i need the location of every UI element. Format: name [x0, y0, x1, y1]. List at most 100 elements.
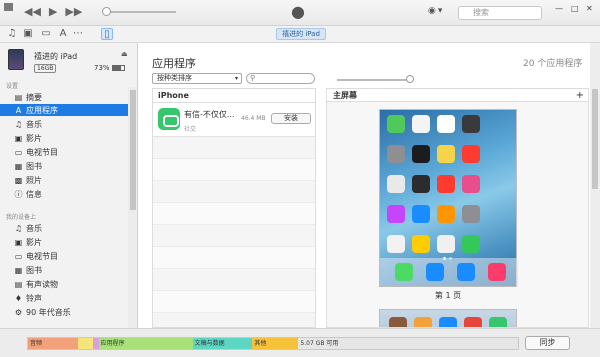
sidebar-item-info[interactable]: ⓘ 信息: [0, 188, 128, 200]
sidebar-item-label: 应用程序: [26, 105, 58, 115]
empty-slot: [487, 145, 505, 163]
main-scroll-thumb[interactable]: [592, 89, 598, 189]
sort-dropdown[interactable]: 按种类排序 ▾: [152, 73, 242, 84]
previous-icon[interactable]: ◀◀: [24, 5, 41, 18]
home-screen-preview[interactable]: [379, 109, 518, 287]
sidebar-item-label: 影片: [26, 237, 42, 247]
app-icon[interactable]: [439, 317, 457, 327]
music-app-icon[interactable]: [488, 263, 506, 281]
media-toolbar: ♫ ▣ ▭ A ⋯ ▯ 禧进的 iPad: [0, 26, 600, 43]
next-icon[interactable]: ▶▶: [65, 5, 82, 18]
movies-icon[interactable]: ▣: [22, 28, 34, 40]
itunes-store-icon[interactable]: [387, 205, 405, 223]
maximize-icon[interactable]: □: [571, 4, 579, 13]
device-tab[interactable]: 禧进的 iPad: [276, 28, 326, 40]
zoom-slider[interactable]: [337, 79, 411, 81]
capacity-segment-documents: 文稿与数据: [192, 338, 253, 349]
play-icon[interactable]: ▶: [49, 5, 57, 18]
sync-button[interactable]: 同步: [525, 336, 570, 350]
sidebar-item-device-movies[interactable]: ▣ 影片: [0, 236, 128, 248]
capacity-bar: 音频 应用程序 文稿与数据 其他 5.07 GB 可用: [27, 337, 519, 350]
sidebar-scroll-thumb[interactable]: [130, 90, 136, 210]
sidebar-item-music[interactable]: ♫ 音乐: [0, 118, 128, 130]
tips-icon[interactable]: [412, 235, 430, 253]
avatar-app-icon[interactable]: [389, 317, 407, 327]
page-label: 第 1 页: [434, 291, 462, 300]
app-store-icon[interactable]: [412, 205, 430, 223]
account-menu[interactable]: ◉ ▾: [428, 6, 442, 16]
capacity-segment-photos: [77, 338, 93, 349]
videos-icon[interactable]: [412, 175, 430, 193]
empty-slot: [487, 175, 505, 193]
sidebar-item-label: 照片: [26, 175, 42, 185]
sidebar-item-device-books[interactable]: ▦ 图书: [0, 264, 128, 276]
news-icon[interactable]: [387, 235, 405, 253]
more-icon[interactable]: ⋯: [72, 28, 84, 40]
messages-icon[interactable]: [395, 263, 413, 281]
search-input[interactable]: 搜索: [458, 6, 542, 20]
device-name: 禧进的 iPad: [34, 52, 78, 61]
transport-controls: ◀◀ ▶ ▶▶: [24, 5, 82, 18]
app-filter-input[interactable]: ⚲: [246, 73, 315, 84]
eject-icon[interactable]: ⏏: [121, 50, 128, 58]
home-screen-preview-2[interactable]: [379, 309, 517, 327]
tv-icon[interactable]: ▭: [40, 28, 52, 40]
list-item[interactable]: 有信-不仅仅... 46.4 MB 社交 安装: [153, 103, 315, 137]
volume-slider[interactable]: [106, 11, 176, 13]
app-list: iPhone 有信-不仅仅... 46.4 MB 社交 安装: [152, 88, 316, 328]
sidebar-item-summary[interactable]: ▤ 摘要: [0, 91, 128, 103]
sidebar-item-movies[interactable]: ▣ 影片: [0, 132, 128, 144]
home-screen-app-grid: [387, 115, 511, 253]
photo-booth-icon[interactable]: [437, 175, 455, 193]
settings-icon[interactable]: [462, 205, 480, 223]
facetime-icon[interactable]: [387, 115, 405, 133]
app-size: 46.4 MB: [241, 115, 266, 122]
notes-icon[interactable]: [437, 145, 455, 163]
apple-logo-icon: ●: [291, 2, 305, 21]
app-store-icon[interactable]: A: [57, 28, 69, 40]
tv-icon: ▭: [14, 147, 23, 157]
music-app-icon[interactable]: [437, 235, 455, 253]
device-card[interactable]: 禧进的 iPad ⏏ 16GB 73%: [0, 43, 137, 75]
system-menu-icon[interactable]: [4, 3, 13, 11]
close-icon[interactable]: ✕: [586, 4, 593, 13]
find-iphone-icon[interactable]: [462, 235, 480, 253]
capacity-badge: 16GB: [34, 64, 57, 73]
sidebar-item-label: 信息: [26, 189, 42, 199]
sidebar-item-device-audiobooks[interactable]: ▤ 有声读物: [0, 278, 128, 290]
sidebar-item-device-music[interactable]: ♫ 音乐: [0, 222, 128, 234]
empty-row: [153, 203, 315, 225]
game-center-icon[interactable]: [462, 175, 480, 193]
reminders-icon[interactable]: [462, 145, 480, 163]
minimize-icon[interactable]: —: [555, 4, 563, 13]
camera-icon[interactable]: [462, 115, 480, 133]
app-icon[interactable]: [464, 317, 482, 327]
sidebar-item-device-tones[interactable]: ♦ 铃声: [0, 292, 128, 304]
maps-icon[interactable]: [387, 175, 405, 193]
ibooks-icon[interactable]: [437, 205, 455, 223]
app-icon[interactable]: [414, 317, 432, 327]
device-icon[interactable]: ▯: [101, 28, 113, 40]
add-icon[interactable]: +: [576, 89, 584, 102]
install-button[interactable]: 安装: [271, 113, 311, 124]
photos-app-icon[interactable]: [437, 115, 455, 133]
calendar-icon[interactable]: [412, 115, 430, 133]
sidebar-item-device-playlist[interactable]: ⚙ 90 年代音乐: [0, 306, 128, 318]
apps-icon: A: [15, 105, 22, 115]
sidebar-item-apps[interactable]: A 应用程序: [0, 104, 128, 116]
clock-icon[interactable]: [412, 145, 430, 163]
mail-icon[interactable]: [426, 263, 444, 281]
music-icon[interactable]: ♫: [6, 28, 18, 40]
app-icon[interactable]: [489, 317, 507, 327]
contacts-icon[interactable]: [387, 145, 405, 163]
zoom-slider-knob[interactable]: [406, 75, 414, 83]
sidebar-item-books[interactable]: ▦ 图书: [0, 160, 128, 172]
movies-icon: ▣: [14, 237, 23, 247]
sidebar-item-photos[interactable]: ▩ 照片: [0, 174, 128, 186]
sidebar-item-label: 音乐: [26, 223, 42, 233]
sidebar-item-device-tv[interactable]: ▭ 电视节目: [0, 250, 128, 262]
sidebar-item-tv[interactable]: ▭ 电视节目: [0, 146, 128, 158]
chevron-down-icon: ▾: [437, 6, 443, 16]
volume-knob[interactable]: [102, 7, 111, 16]
safari-icon[interactable]: [457, 263, 475, 281]
